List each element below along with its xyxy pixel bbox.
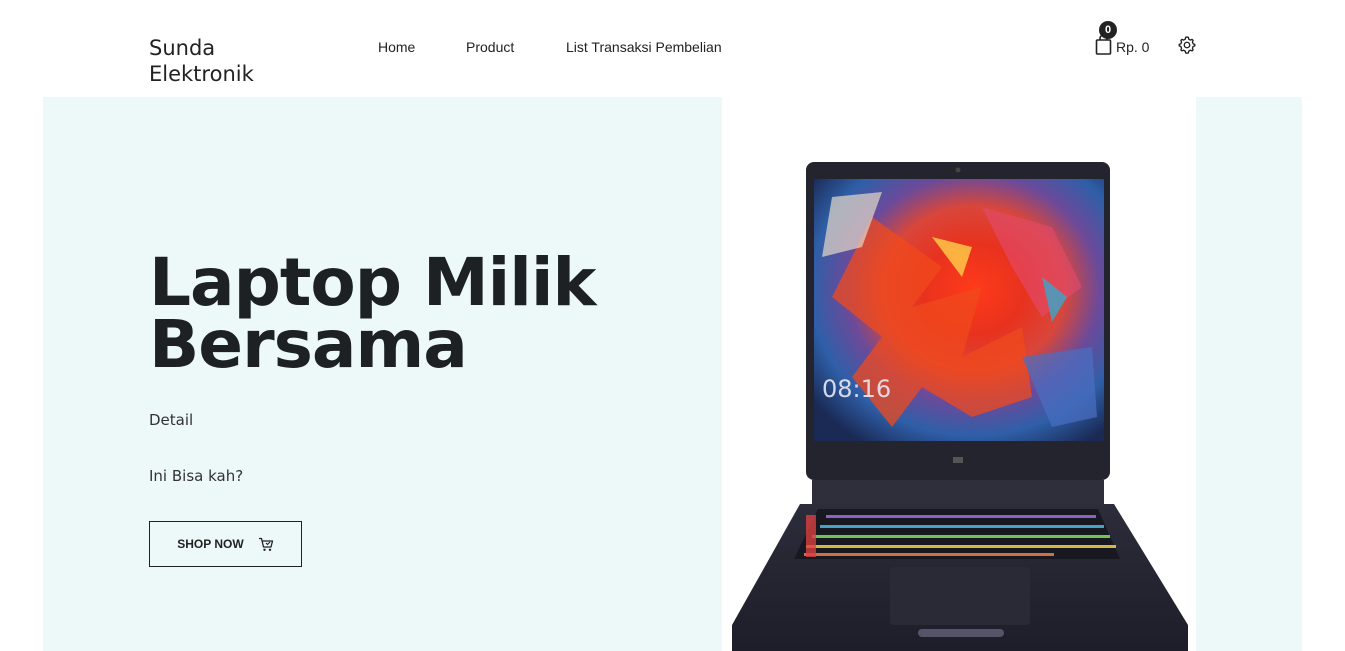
nav-home[interactable]: Home [378, 39, 415, 55]
hero-title-line-2: Bersama [149, 306, 468, 383]
shop-now-button[interactable]: SHOP NOW [149, 521, 302, 567]
nav-transaction-list[interactable]: List Transaksi Pembelian [566, 39, 722, 55]
brand-logo[interactable]: Sunda Elektronik [149, 35, 299, 87]
hero-description: Ini Bisa kah? [149, 467, 244, 485]
cart-amount: Rp. 0 [1116, 39, 1150, 55]
cart-icon [258, 537, 273, 551]
cart-button[interactable]: 0 Rp. 0 [1094, 21, 1164, 61]
shop-now-label: SHOP NOW [177, 537, 244, 551]
gear-icon[interactable] [1177, 35, 1197, 55]
cart-count-badge: 0 [1099, 21, 1117, 39]
nav-product[interactable]: Product [466, 39, 514, 55]
brand-line-1: Sunda [149, 36, 216, 60]
laptop-image: 08:16 [722, 97, 1196, 651]
screen-clock: 08:16 [822, 375, 891, 403]
hero-title: Laptop Milik Bersama [149, 244, 709, 383]
hero-detail: Detail [149, 411, 194, 429]
hero-title-line-1: Laptop Milik [149, 244, 596, 321]
brand-line-2: Elektronik [149, 62, 254, 86]
